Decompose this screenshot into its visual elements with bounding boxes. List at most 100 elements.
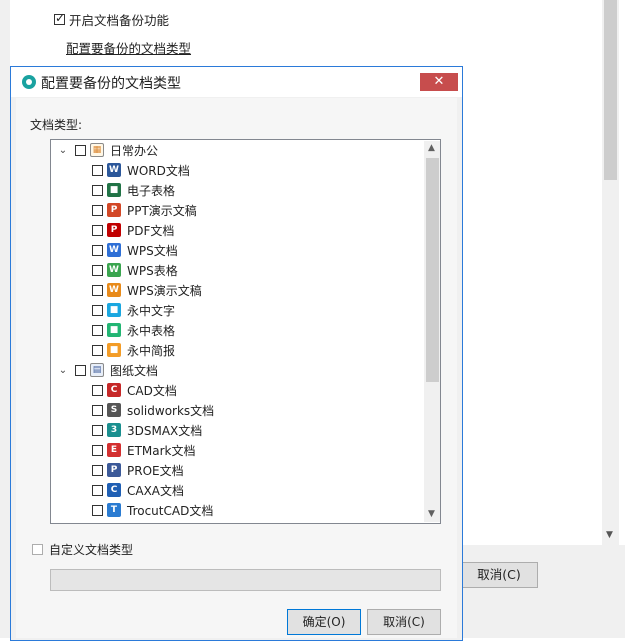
item-checkbox[interactable] <box>92 484 103 496</box>
item-label: 永中表格 <box>127 323 176 338</box>
document-type-tree[interactable]: ▲ ▼ ⌄ ▦ 日常办公 W WORD文档 ■ 电子表格 P PPT演示文稿 P PDF文档 W WPS… <box>50 139 441 524</box>
configure-types-link[interactable]: 配置要备份的文档类型 <box>66 38 191 57</box>
tree-item[interactable]: ■ 永中表格 <box>92 320 175 340</box>
tree-item[interactable]: ■ 永中简报 <box>92 340 175 360</box>
tree-item[interactable]: W WPS文档 <box>92 240 178 260</box>
item-checkbox[interactable] <box>92 284 103 296</box>
item-label: PPT演示文稿 <box>127 203 197 218</box>
item-label: CAD文档 <box>127 383 177 398</box>
tree-item[interactable]: P PPT演示文稿 <box>92 200 197 220</box>
item-label: WORD文档 <box>127 163 190 178</box>
item-checkbox[interactable] <box>92 504 103 516</box>
item-label: WPS表格 <box>127 263 178 278</box>
tree-item[interactable]: 3 3DSMAX文档 <box>92 420 202 440</box>
item-label: TrocutCAD文档 <box>127 503 214 518</box>
group-checkbox[interactable] <box>75 144 86 156</box>
expand-chevron-icon[interactable]: ⌄ <box>55 365 71 376</box>
custom-type-option[interactable]: 自定义文档类型 <box>32 541 133 558</box>
item-checkbox[interactable] <box>92 384 103 396</box>
3dsmax-icon: 3 <box>107 423 121 437</box>
group-label: 图纸文档 <box>110 363 159 378</box>
item-checkbox[interactable] <box>92 264 103 276</box>
document-types-label: 文档类型: <box>30 118 83 132</box>
dialog-title-bar[interactable]: 配置要备份的文档类型 ✕ <box>11 67 462 97</box>
background-scrollbar[interactable]: ▼ <box>602 0 619 545</box>
group-checkbox[interactable] <box>75 364 86 376</box>
background-scrollbar-thumb[interactable] <box>604 0 617 180</box>
item-label: 永中简报 <box>127 343 176 358</box>
close-button[interactable]: ✕ <box>420 73 458 91</box>
item-checkbox[interactable] <box>92 204 103 216</box>
item-checkbox[interactable] <box>92 224 103 236</box>
item-checkbox[interactable] <box>92 164 103 176</box>
item-checkbox[interactable] <box>92 424 103 436</box>
proe-icon: P <box>107 463 121 477</box>
ppt-icon: P <box>107 203 121 217</box>
word-doc-icon: W <box>107 163 121 177</box>
item-label: solidworks文档 <box>127 403 215 418</box>
configure-types-dialog: 配置要备份的文档类型 ✕ 文档类型: ▲ ▼ ⌄ ▦ 日常办公 W WORD文档 ■ 电子表… <box>10 66 463 641</box>
item-label: WPS演示文稿 <box>127 283 202 298</box>
scroll-down-arrow-icon[interactable]: ▼ <box>606 530 613 540</box>
expand-chevron-icon[interactable]: ⌄ <box>55 145 71 156</box>
drawings-folder-icon: ▤ <box>90 363 104 377</box>
item-checkbox[interactable] <box>92 344 103 356</box>
tree-scrollbar[interactable]: ▲ ▼ <box>424 141 440 522</box>
caxa-icon: C <box>107 483 121 497</box>
tree-group[interactable]: ⌄ ▤ 图纸文档 <box>55 360 158 380</box>
custom-type-input <box>50 569 441 591</box>
item-label: PROE文档 <box>127 463 184 478</box>
yozo-sheet-icon: ■ <box>107 323 121 337</box>
tree-item[interactable]: C CAD文档 <box>92 380 177 400</box>
enable-backup-checkbox[interactable] <box>54 11 65 25</box>
tree-item[interactable]: P PROE文档 <box>92 460 184 480</box>
tree-item[interactable]: ■ 永中文字 <box>92 300 175 320</box>
enable-backup-option[interactable]: 开启文档备份功能 <box>54 10 169 29</box>
etmark-icon: E <box>107 443 121 457</box>
dialog-title: 配置要备份的文档类型 <box>41 76 181 92</box>
tree-item[interactable]: P PDF文档 <box>92 220 174 240</box>
enable-backup-label: 开启文档备份功能 <box>69 13 170 28</box>
solidworks-icon: S <box>107 403 121 417</box>
item-label: PDF文档 <box>127 223 175 238</box>
app-logo-icon <box>22 75 36 89</box>
item-label: WPS文档 <box>127 243 178 258</box>
custom-type-label: 自定义文档类型 <box>49 543 134 557</box>
scroll-up-arrow-icon[interactable]: ▲ <box>428 143 435 153</box>
item-label: 3DSMAX文档 <box>127 423 203 438</box>
tree-item[interactable]: W WPS演示文稿 <box>92 280 202 300</box>
tree-item[interactable]: W WORD文档 <box>92 160 190 180</box>
excel-icon: ■ <box>107 183 121 197</box>
item-checkbox[interactable] <box>92 404 103 416</box>
wps-present-icon: W <box>107 283 121 297</box>
tree-group[interactable]: ⌄ ▦ 日常办公 <box>55 140 158 160</box>
tree-item[interactable]: Ssolidworks文档 <box>92 400 214 420</box>
ok-button[interactable]: 确定(O) <box>287 609 361 635</box>
background-window-edge <box>0 0 10 638</box>
cancel-button[interactable]: 取消(C) <box>367 609 441 635</box>
item-label: 永中文字 <box>127 303 176 318</box>
cad-icon: C <box>107 383 121 397</box>
item-checkbox[interactable] <box>92 244 103 256</box>
tree-item[interactable]: E ETMark文档 <box>92 440 196 460</box>
tree-item[interactable]: C CAXA文档 <box>92 480 184 500</box>
item-checkbox[interactable] <box>92 324 103 336</box>
item-checkbox[interactable] <box>92 444 103 456</box>
custom-type-checkbox[interactable] <box>32 544 43 555</box>
tree-item[interactable]: W WPS表格 <box>92 260 178 280</box>
yozo-present-icon: ■ <box>107 343 121 357</box>
item-label: CAXA文档 <box>127 483 185 498</box>
scroll-down-arrow-icon[interactable]: ▼ <box>428 509 435 519</box>
background-cancel-button[interactable]: 取消(C) <box>460 562 538 588</box>
yozo-writer-icon: ■ <box>107 303 121 317</box>
item-checkbox[interactable] <box>92 184 103 196</box>
pdf-icon: P <box>107 223 121 237</box>
tree-scrollbar-thumb[interactable] <box>426 158 439 382</box>
wps-writer-icon: W <box>107 243 121 257</box>
trocutcad-icon: T <box>107 503 121 517</box>
tree-item[interactable]: ■ 电子表格 <box>92 180 175 200</box>
item-checkbox[interactable] <box>92 464 103 476</box>
wps-sheet-icon: W <box>107 263 121 277</box>
tree-item[interactable]: T TrocutCAD文档 <box>92 500 213 520</box>
item-checkbox[interactable] <box>92 304 103 316</box>
